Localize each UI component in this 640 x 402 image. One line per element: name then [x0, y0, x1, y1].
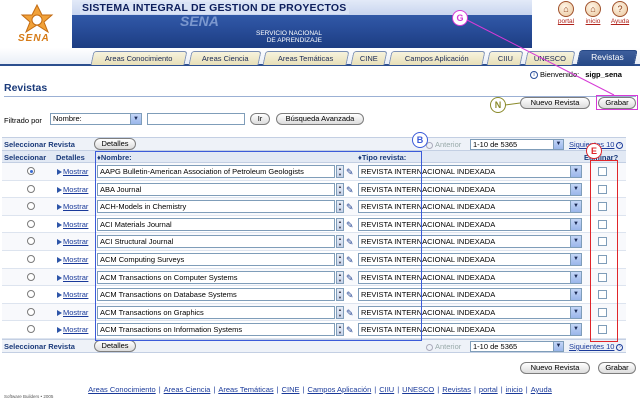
footer-separator: |: [213, 385, 216, 394]
footer-link[interactable]: Areas Ciencia: [164, 385, 211, 394]
annotation-leader-g: [466, 19, 615, 106]
footer-link[interactable]: Ayuda: [531, 385, 552, 394]
footer-separator: |: [525, 385, 528, 394]
footer-link[interactable]: CIIU: [379, 385, 394, 394]
footer-link[interactable]: Campos Aplicación: [307, 385, 371, 394]
footer-link[interactable]: inicio: [506, 385, 523, 394]
footer-separator: |: [437, 385, 440, 394]
footer-separator: |: [473, 385, 476, 394]
footer-separator: |: [302, 385, 305, 394]
footer-separator: |: [374, 385, 377, 394]
footer-separator: |: [500, 385, 503, 394]
footer-link[interactable]: Areas Conocimiento: [88, 385, 156, 394]
annotation-label-n: N: [490, 97, 506, 113]
footer-separator: |: [397, 385, 400, 394]
footer-links: Areas Conocimiento | Areas Ciencia | Areas T…: [0, 385, 640, 394]
footer-link[interactable]: Areas Temáticas: [218, 385, 273, 394]
page-root: SENA SISTEMA INTEGRAL DE GESTION DE PROY…: [0, 0, 640, 402]
footer-link[interactable]: UNESCO: [402, 385, 434, 394]
footer-credit: Software Builders • 2005: [4, 394, 54, 399]
footer-link[interactable]: Revistas: [442, 385, 471, 394]
footer-separator: |: [276, 385, 279, 394]
footer-link[interactable]: portal: [479, 385, 498, 394]
footer-separator: |: [158, 385, 161, 394]
footer-link[interactable]: CINE: [282, 385, 300, 394]
